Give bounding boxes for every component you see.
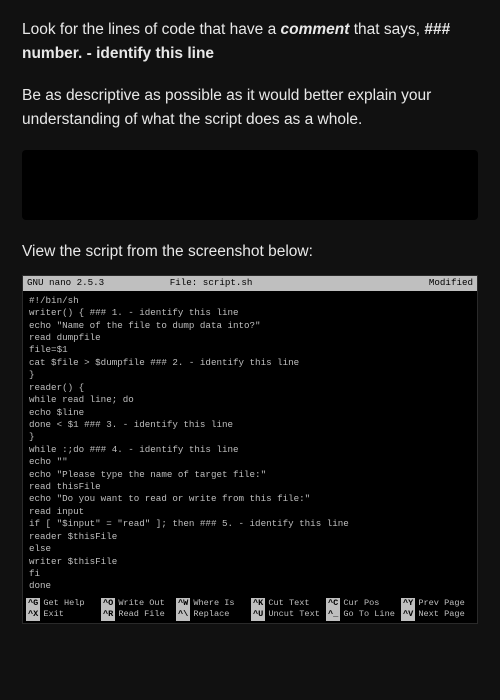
instr1-c: that says, bbox=[349, 21, 424, 38]
code-line: writer $thisFile bbox=[29, 556, 471, 568]
terminal-body: #!/bin/shwriter() { ### 1. - identify th… bbox=[23, 291, 477, 597]
code-line: while read line; do bbox=[29, 394, 471, 406]
shortcut-item: ^UUncut Text bbox=[250, 609, 325, 621]
code-line: while :;do ### 4. - identify this line bbox=[29, 444, 471, 456]
shortcut-key: ^U bbox=[251, 609, 265, 621]
shortcut-label: Go To Line bbox=[343, 609, 395, 621]
code-line: reader $thisFile bbox=[29, 531, 471, 543]
shortcut-label: Cut Text bbox=[268, 598, 309, 610]
shortcut-label: Write Out bbox=[118, 598, 164, 610]
shortcut-key: ^O bbox=[101, 598, 115, 610]
terminal-footer: ^GGet Help^OWrite Out^WWhere Is^KCut Tex… bbox=[23, 597, 477, 623]
code-line: echo "Do you want to read or write from … bbox=[29, 493, 471, 505]
instruction-line-2: Be as descriptive as possible as it woul… bbox=[22, 84, 478, 132]
shortcut-item: ^KCut Text bbox=[250, 598, 325, 610]
shortcut-item: ^_Go To Line bbox=[325, 609, 400, 621]
shortcut-key: ^R bbox=[101, 609, 115, 621]
code-line: cat $file > $dumpfile ### 2. - identify … bbox=[29, 357, 471, 369]
shortcut-label: Next Page bbox=[418, 609, 464, 621]
code-line: writer() { ### 1. - identify this line bbox=[29, 307, 471, 319]
terminal-status: Modified bbox=[393, 277, 473, 289]
shortcut-label: Prev Page bbox=[418, 598, 464, 610]
instr1-a: Look for the lines of code that have a bbox=[22, 21, 281, 38]
shortcut-key: ^X bbox=[26, 609, 40, 621]
shortcut-item: ^OWrite Out bbox=[100, 598, 175, 610]
code-line: read input bbox=[29, 506, 471, 518]
terminal-titlebar: GNU nano 2.5.3 File: script.sh Modified bbox=[23, 276, 477, 290]
terminal-app-name: GNU nano 2.5.3 bbox=[27, 277, 170, 289]
code-line: done bbox=[29, 580, 471, 592]
shortcut-label: Replace bbox=[193, 609, 229, 621]
code-line: read thisFile bbox=[29, 481, 471, 493]
code-line: fi bbox=[29, 568, 471, 580]
shortcut-key: ^K bbox=[251, 598, 265, 610]
code-line: else bbox=[29, 543, 471, 555]
code-line: echo "" bbox=[29, 456, 471, 468]
code-line: #!/bin/sh bbox=[29, 295, 471, 307]
terminal-window: GNU nano 2.5.3 File: script.sh Modified … bbox=[22, 275, 478, 624]
code-line: if [ "$input" = "read" ]; then ### 5. - … bbox=[29, 518, 471, 530]
code-line: echo $line bbox=[29, 407, 471, 419]
code-line: read dumpfile bbox=[29, 332, 471, 344]
instr1-comment-word: comment bbox=[281, 21, 350, 38]
code-line: echo "Please type the name of target fil… bbox=[29, 469, 471, 481]
shortcut-item: ^RRead File bbox=[100, 609, 175, 621]
shortcut-key: ^V bbox=[401, 609, 415, 621]
shortcut-item: ^XExit bbox=[25, 609, 100, 621]
shortcut-item: ^VNext Page bbox=[400, 609, 475, 621]
shortcut-label: Where Is bbox=[193, 598, 234, 610]
shortcut-item: ^YPrev Page bbox=[400, 598, 475, 610]
shortcut-key: ^C bbox=[326, 598, 340, 610]
shortcut-key: ^Y bbox=[401, 598, 415, 610]
shortcut-key: ^W bbox=[176, 598, 190, 610]
redacted-region bbox=[22, 150, 478, 220]
shortcut-key: ^_ bbox=[326, 609, 340, 621]
code-line: } bbox=[29, 431, 471, 443]
code-line: done < $1 ### 3. - identify this line bbox=[29, 419, 471, 431]
shortcut-key: ^\ bbox=[176, 609, 190, 621]
code-line: echo "Name of the file to dump data into… bbox=[29, 320, 471, 332]
code-line: } bbox=[29, 369, 471, 381]
shortcut-item: ^WWhere Is bbox=[175, 598, 250, 610]
shortcut-label: Read File bbox=[118, 609, 164, 621]
screenshot-caption: View the script from the screenshot belo… bbox=[22, 240, 478, 263]
shortcut-key: ^G bbox=[26, 598, 40, 610]
instruction-line-1: Look for the lines of code that have a c… bbox=[22, 18, 478, 66]
shortcut-item: ^GGet Help bbox=[25, 598, 100, 610]
terminal-file-label: File: script.sh bbox=[170, 277, 393, 289]
code-line: reader() { bbox=[29, 382, 471, 394]
shortcut-label: Uncut Text bbox=[268, 609, 320, 621]
shortcut-item: ^\Replace bbox=[175, 609, 250, 621]
shortcut-label: Cur Pos bbox=[343, 598, 379, 610]
shortcut-item: ^CCur Pos bbox=[325, 598, 400, 610]
shortcut-label: Get Help bbox=[43, 598, 84, 610]
shortcut-label: Exit bbox=[43, 609, 64, 621]
code-line: file=$1 bbox=[29, 344, 471, 356]
